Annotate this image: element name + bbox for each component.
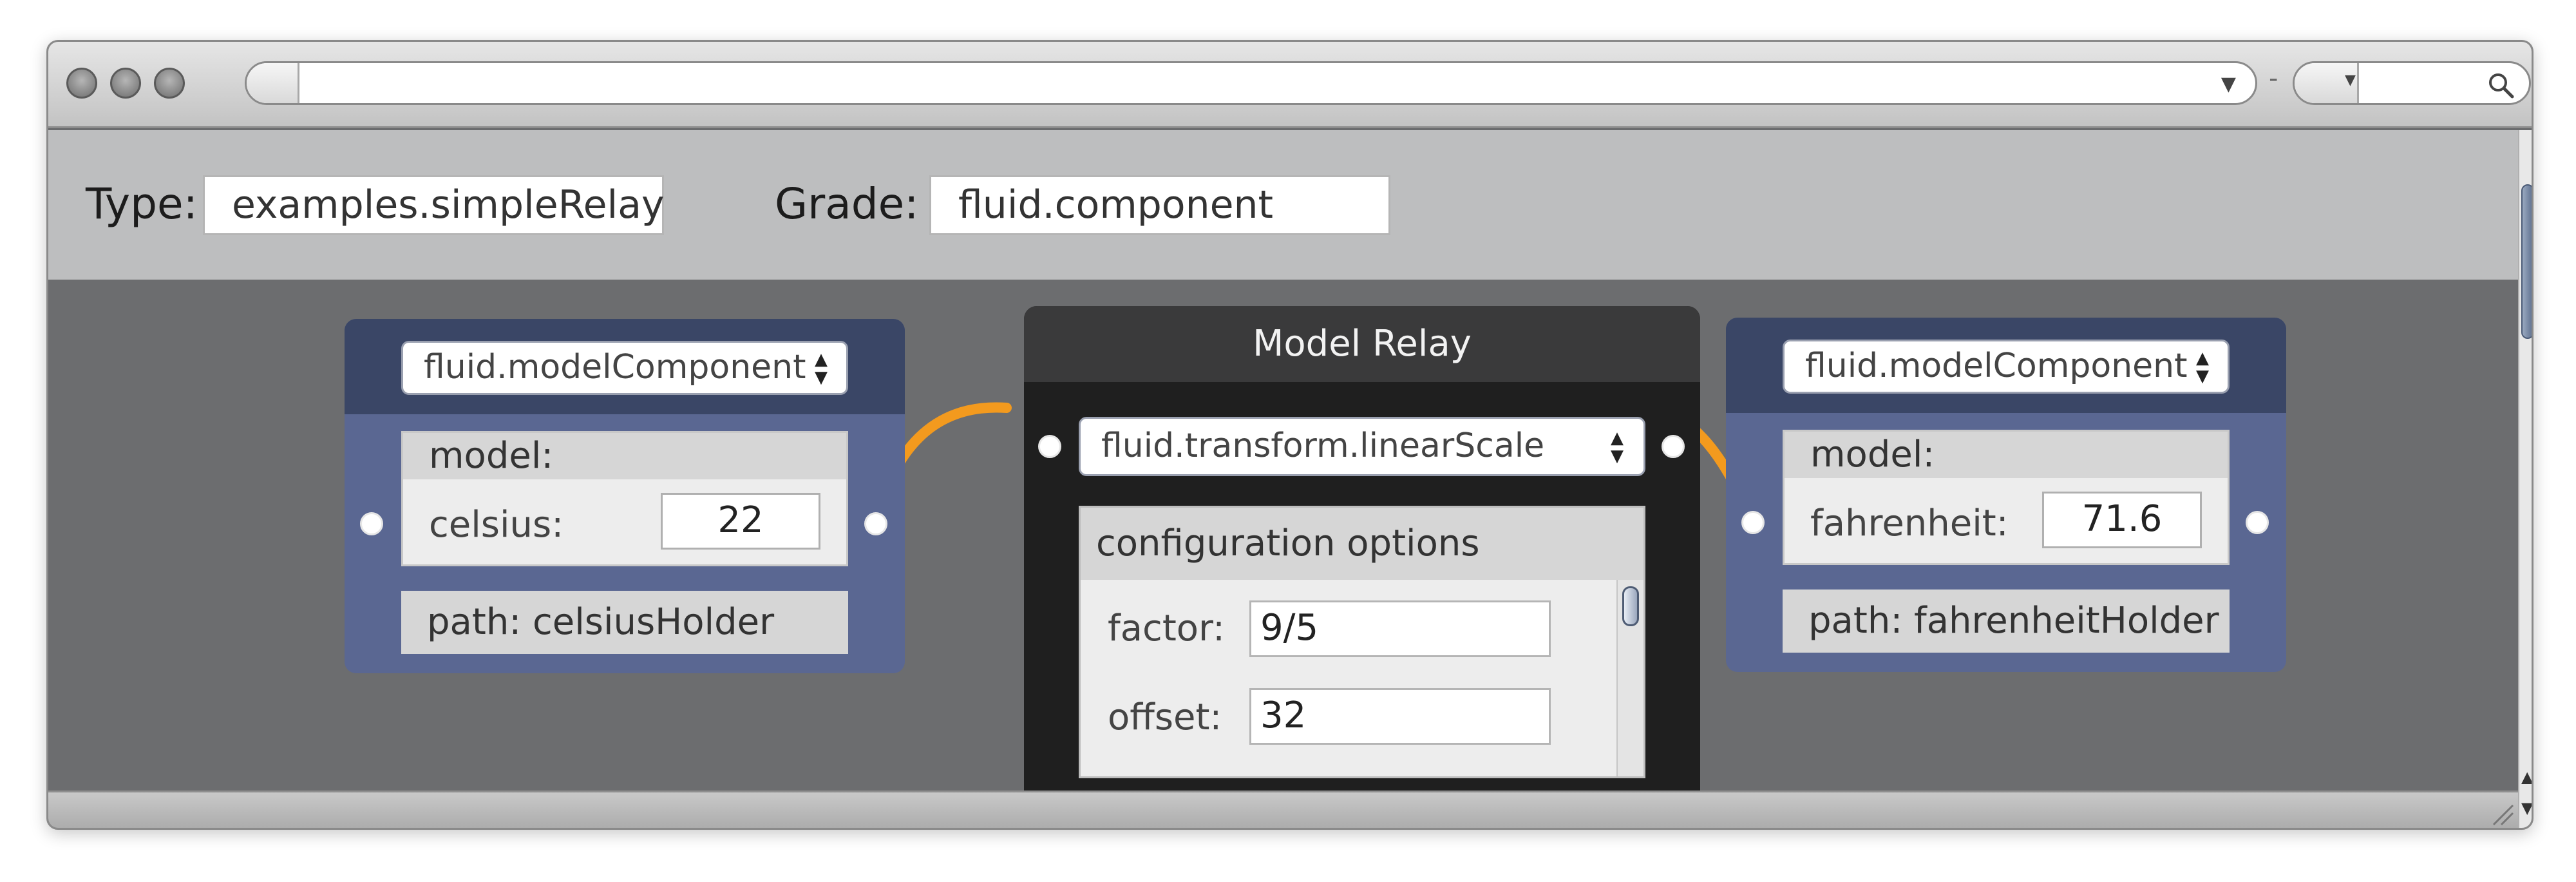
config-scrollbar[interactable] <box>1616 580 1643 776</box>
resize-grip-icon[interactable] <box>2488 800 2514 826</box>
celsius-label: celsius: <box>429 504 564 546</box>
relay-title: Model Relay <box>1024 306 1700 382</box>
relay-input-port[interactable] <box>1038 435 1061 458</box>
source-grade-select-value: fluid.modelComponent <box>424 348 806 387</box>
scroll-down-icon[interactable]: ▼ <box>2521 799 2532 817</box>
offset-input[interactable]: 32 <box>1249 688 1551 745</box>
offset-label: offset: <box>1108 696 1222 738</box>
target-model-heading: model: <box>1785 432 2228 478</box>
target-grade-select-value: fluid.modelComponent <box>1805 347 2188 385</box>
browser-window: ▼ - ▼ Type: examples.simpleRelay Grade: … <box>46 40 2533 830</box>
fahrenheit-input[interactable]: 71.6 <box>2042 492 2202 548</box>
target-input-port[interactable] <box>1741 511 1765 534</box>
source-model-box: model: celsius: 22 <box>401 431 848 566</box>
target-grade-select[interactable]: fluid.modelComponent ▲ ▼ <box>1783 340 2230 394</box>
factor-label: factor: <box>1108 608 1225 649</box>
transform-select[interactable]: fluid.transform.linearScale ▲ ▼ <box>1079 417 1645 476</box>
model-relay-panel[interactable]: Model Relay fluid.transform.linearScale … <box>1024 306 1700 810</box>
up-down-arrows-icon: ▲ ▼ <box>1611 428 1624 466</box>
config-scrollbar-thumb[interactable] <box>1622 586 1639 626</box>
scroll-up-icon[interactable]: ▲ <box>2521 768 2532 786</box>
factor-input[interactable]: 9/5 <box>1249 600 1551 657</box>
page-scrollbar[interactable]: ▲ ▼ <box>2518 130 2532 828</box>
relay-output-port[interactable] <box>1662 435 1685 458</box>
fahrenheit-label: fahrenheit: <box>1810 503 2009 544</box>
celsius-input[interactable]: 22 <box>661 493 820 550</box>
status-bar <box>48 791 2518 828</box>
source-output-port[interactable] <box>864 512 887 535</box>
up-down-arrows-icon: ▲ ▼ <box>815 350 828 387</box>
target-output-port[interactable] <box>2246 511 2269 534</box>
source-path: path: celsiusHolder <box>401 591 848 654</box>
configuration-options-box: configuration options factor: 9/5 offset… <box>1079 506 1645 778</box>
source-input-port[interactable] <box>360 512 383 535</box>
up-down-arrows-icon: ▲ ▼ <box>2196 349 2209 386</box>
target-model-box: model: fahrenheit: 71.6 <box>1783 430 2230 565</box>
transform-select-value: fluid.transform.linearScale <box>1101 427 1545 465</box>
configuration-options-heading: configuration options <box>1081 508 1643 580</box>
page-scrollbar-thumb[interactable] <box>2521 184 2532 339</box>
source-grade-select[interactable]: fluid.modelComponent ▲ ▼ <box>401 341 848 395</box>
source-component-panel[interactable]: fluid.modelComponent ▲ ▼ model: celsius: … <box>345 319 905 673</box>
target-component-panel[interactable]: fluid.modelComponent ▲ ▼ model: fahrenhei… <box>1726 318 2286 672</box>
source-model-heading: model: <box>403 433 846 479</box>
target-path: path: fahrenheitHolder <box>1783 590 2230 653</box>
